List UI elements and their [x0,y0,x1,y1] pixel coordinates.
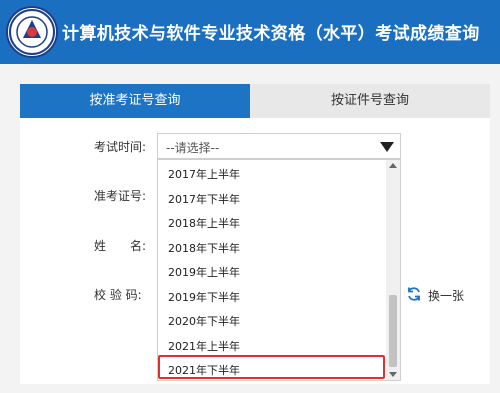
list-item[interactable]: 2019年上半年 [168,264,240,280]
emblem-logo [6,6,58,58]
captcha-label: 校 验 码: [94,288,142,302]
refresh-label: 换一张 [428,289,465,303]
name-label: 姓 名: [94,239,147,253]
list-item[interactable]: 2017年下半年 [168,191,240,207]
list-item[interactable]: 2019年下半年 [168,289,240,305]
list-item[interactable]: 2018年下半年 [168,240,240,256]
header: 计算机技术与软件专业技术资格（水平）考试成绩查询 [0,0,500,64]
list-item[interactable]: 2021年上半年 [168,338,240,354]
list-item[interactable]: 2018年上半年 [168,215,240,231]
exam-time-dropdown-list[interactable]: 2017年上半年 2017年下半年 2018年上半年 2018年下半年 2019… [157,159,401,381]
scroll-down-icon[interactable] [389,372,397,377]
refresh-captcha-button[interactable]: 换一张 [406,286,466,304]
ticket-label: 准考证号: [94,189,147,203]
highlight-box [158,355,385,379]
page-title: 计算机技术与软件专业技术资格（水平）考试成绩查询 [62,24,480,44]
list-item[interactable]: 2017年上半年 [168,166,240,182]
tab-id-number[interactable]: 按证件号查询 [250,84,490,118]
scroll-up-icon[interactable] [389,163,397,168]
exam-time-label: 考试时间: [94,140,147,154]
scrollbar-thumb[interactable] [389,295,397,367]
triangle-down-icon[interactable] [380,142,394,152]
exam-time-select-value: --请选择-- [166,141,220,155]
tab-ticket-number[interactable]: 按准考证号查询 [20,84,250,118]
refresh-icon [408,287,420,301]
dropdown-scrollbar[interactable] [386,160,400,380]
list-item[interactable]: 2020年下半年 [168,313,240,329]
exam-time-select[interactable]: --请选择-- [157,133,401,159]
